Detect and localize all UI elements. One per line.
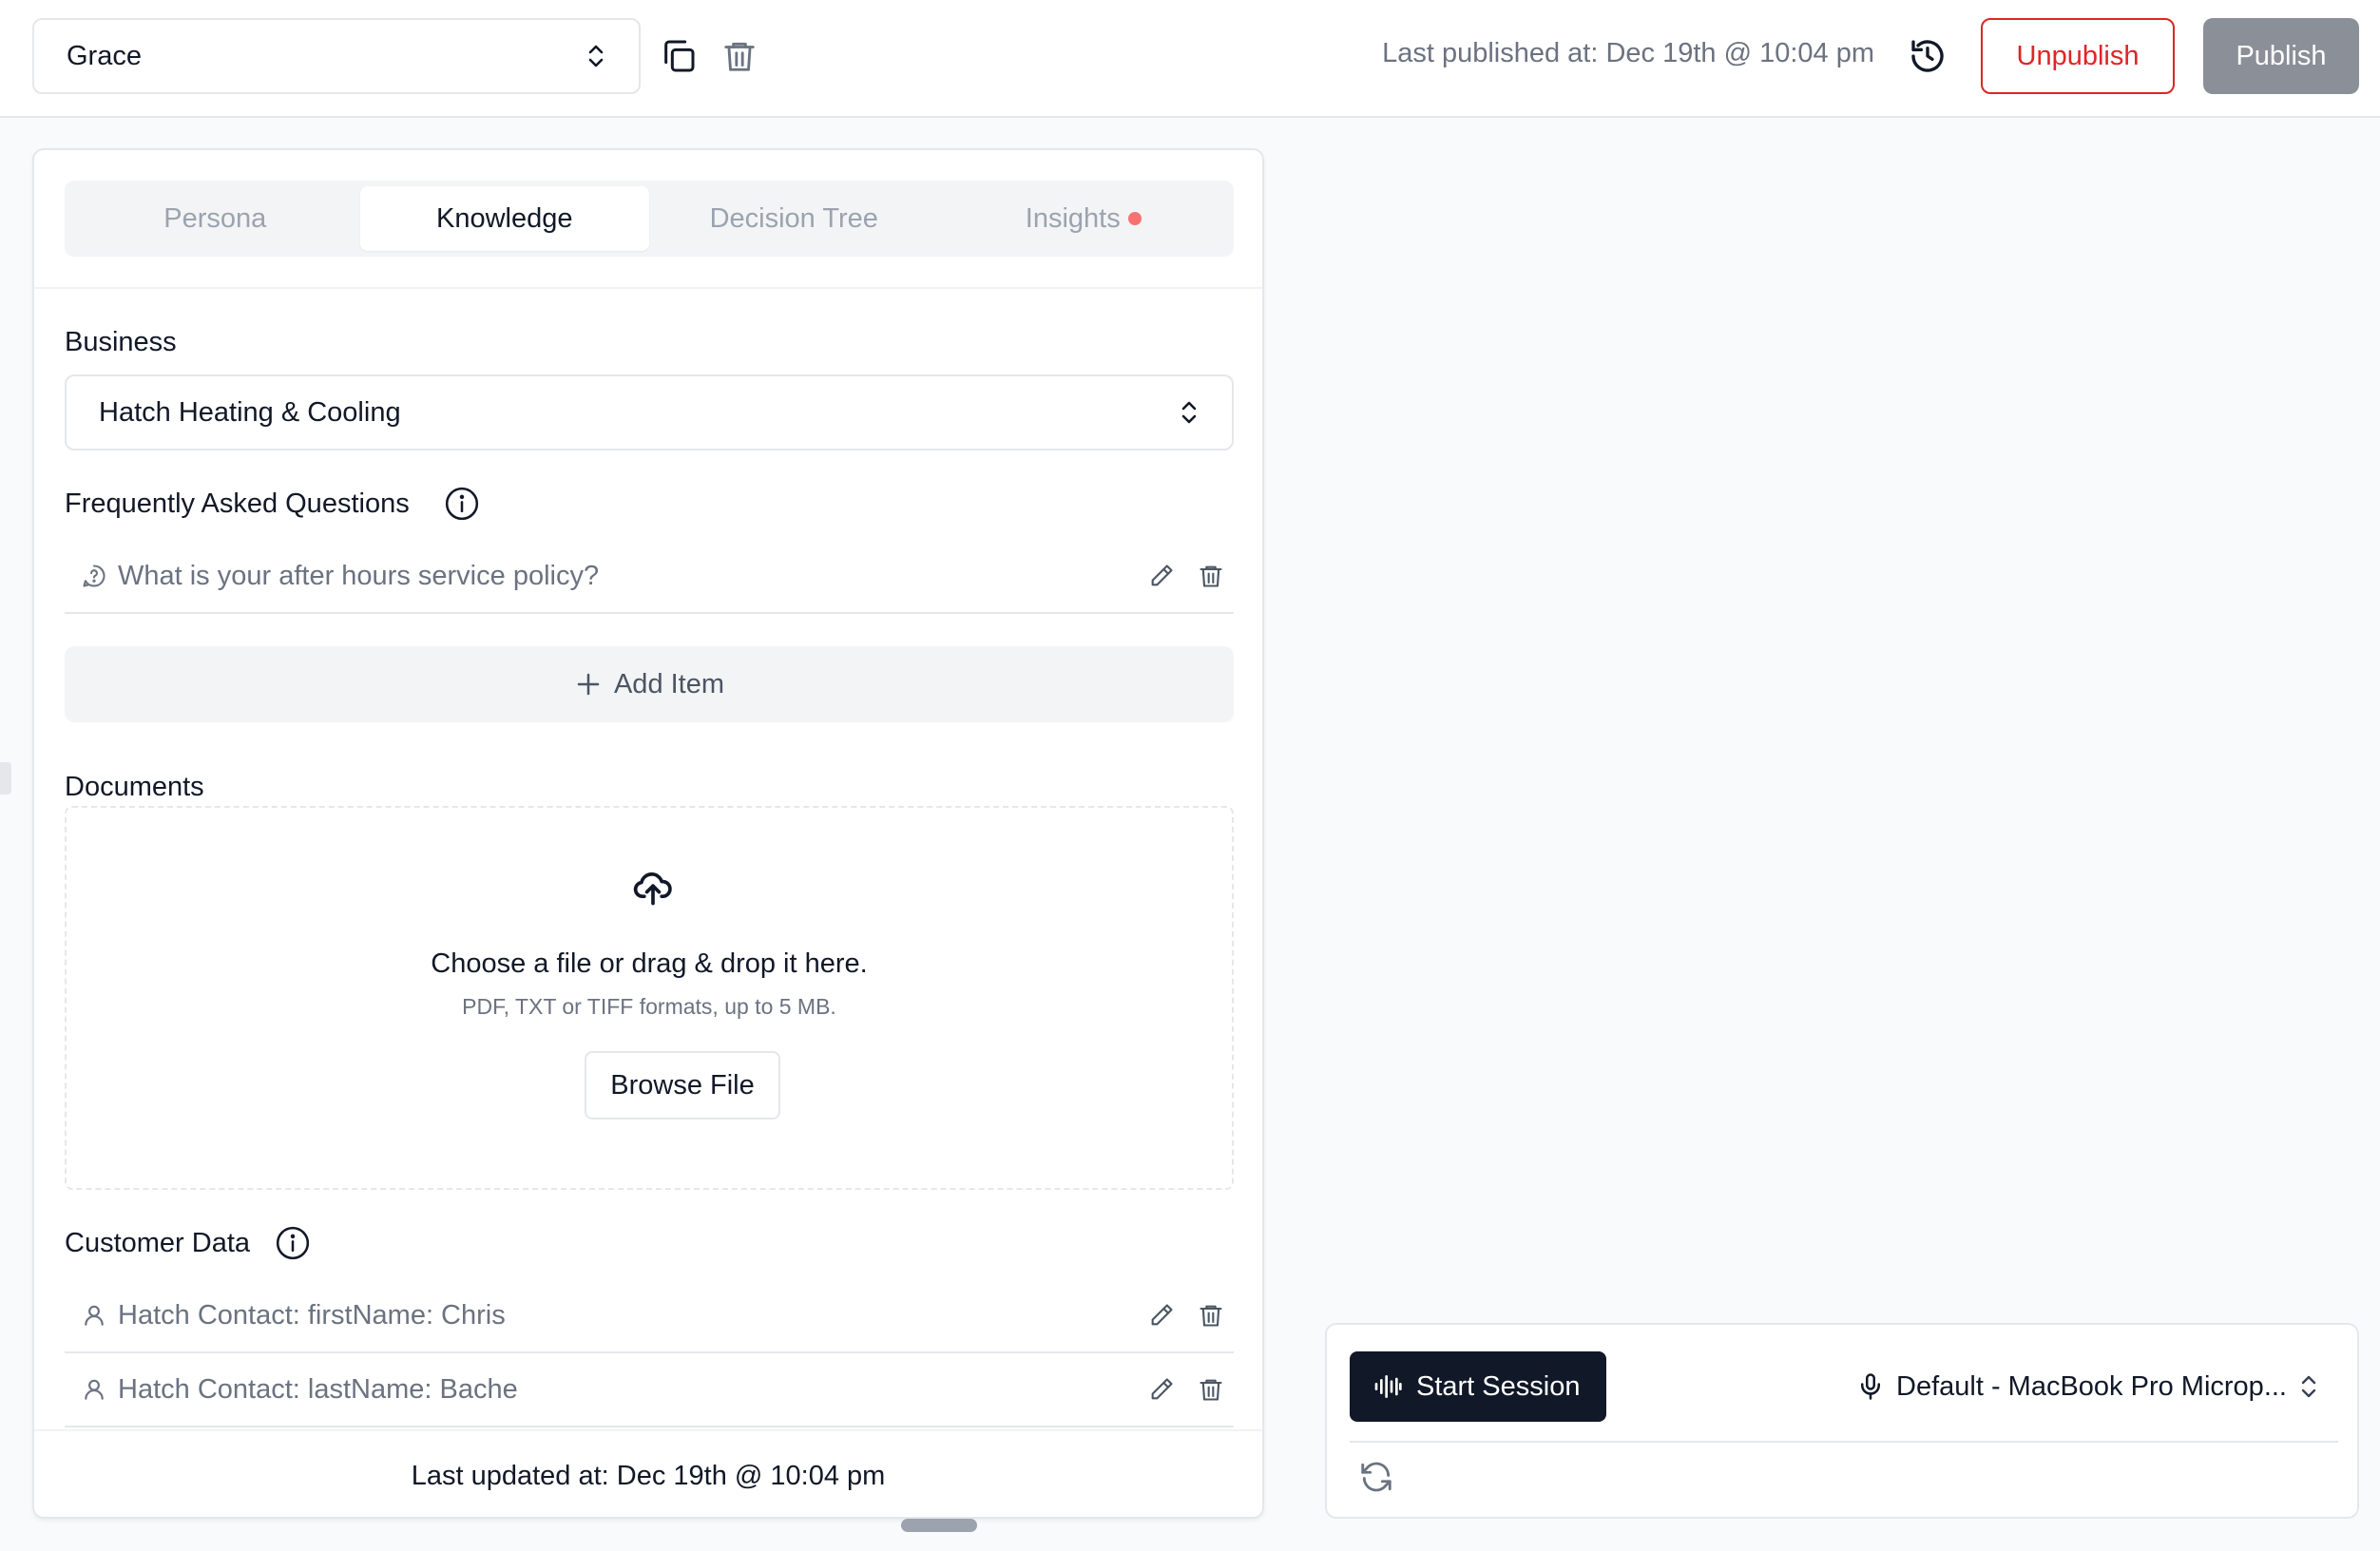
faq-item-text: What is your after hours service policy? <box>118 560 600 591</box>
file-dropzone[interactable]: Choose a file or drag & drop it here. PD… <box>65 806 1234 1190</box>
documents-label: Documents <box>65 772 204 802</box>
start-session-label: Start Session <box>1416 1370 1581 1402</box>
tab-knowledge[interactable]: Knowledge <box>359 186 649 251</box>
trash-icon[interactable] <box>1196 561 1226 591</box>
history-icon[interactable] <box>1905 33 1950 79</box>
sidebar-drag-handle[interactable] <box>0 762 11 795</box>
session-panel: Start Session Default - MacBook Pro Micr… <box>1325 1323 2359 1519</box>
top-bar: Grace Last published at: Dec 19th @ 10:0… <box>0 0 2380 118</box>
customer-data-text: Hatch Contact: firstName: Chris <box>118 1299 506 1331</box>
divider <box>1350 1441 2338 1443</box>
tab-persona[interactable]: Persona <box>70 186 360 251</box>
chevron-up-down-icon <box>1179 398 1200 427</box>
chevron-up-down-icon <box>2298 1372 2319 1401</box>
dropzone-title: Choose a file or drag & drop it here. <box>431 948 868 979</box>
browse-file-button[interactable]: Browse File <box>585 1051 780 1120</box>
tab-label: Knowledge <box>436 202 573 234</box>
tab-bar: Persona Knowledge Decision Tree Insights <box>65 181 1234 257</box>
customer-data-text: Hatch Contact: lastName: Bache <box>118 1373 518 1405</box>
dropzone-subtitle: PDF, TXT or TIFF formats, up to 5 MB. <box>462 994 836 1019</box>
plus-icon <box>574 670 603 699</box>
info-icon[interactable] <box>274 1224 312 1262</box>
row-actions <box>1146 1374 1234 1405</box>
notification-dot <box>1127 212 1142 225</box>
unpublish-button[interactable]: Unpublish <box>1981 18 2175 94</box>
copy-icon[interactable] <box>656 33 701 79</box>
agent-select[interactable]: Grace <box>32 18 641 94</box>
divider <box>34 287 1262 289</box>
pencil-icon[interactable] <box>1146 1300 1177 1331</box>
tab-label: Insights <box>1025 202 1121 234</box>
microphone-select-value: Default - MacBook Pro Microp... <box>1896 1370 2287 1402</box>
pencil-icon[interactable] <box>1146 1374 1177 1405</box>
panel-footer: Last updated at: Dec 19th @ 10:04 pm <box>34 1429 1262 1517</box>
user-icon <box>80 1301 108 1330</box>
info-icon[interactable] <box>443 485 481 523</box>
tab-insights[interactable]: Insights <box>939 186 1229 251</box>
publish-button[interactable]: Publish <box>2203 18 2359 94</box>
cloud-upload-icon <box>632 867 674 909</box>
last-updated-text: Last updated at: Dec 19th @ 10:04 pm <box>411 1460 886 1491</box>
row-actions <box>1146 1300 1234 1331</box>
trash-icon[interactable] <box>1196 1374 1226 1405</box>
customer-data-label: Customer Data <box>65 1228 251 1258</box>
panel-resize-handle[interactable] <box>901 1519 977 1532</box>
add-item-button[interactable]: Add Item <box>65 646 1234 722</box>
pencil-icon[interactable] <box>1146 561 1177 591</box>
trash-icon[interactable] <box>717 33 762 79</box>
tab-label: Decision Tree <box>709 202 878 234</box>
knowledge-panel: Persona Knowledge Decision Tree Insights… <box>32 148 1264 1519</box>
faq-label: Frequently Asked Questions <box>65 488 410 519</box>
customer-data-item[interactable]: Hatch Contact: lastName: Bache <box>65 1353 1234 1427</box>
add-item-label: Add Item <box>613 668 725 699</box>
last-published-text: Last published at: Dec 19th @ 10:04 pm <box>1382 38 1874 68</box>
question-circle-icon <box>80 562 108 590</box>
tab-decision-tree[interactable]: Decision Tree <box>649 186 939 251</box>
business-label: Business <box>65 327 177 357</box>
user-icon <box>80 1375 108 1404</box>
microphone-select[interactable]: Default - MacBook Pro Microp... <box>1825 1351 2319 1422</box>
row-actions <box>1146 561 1234 591</box>
microphone-icon <box>1856 1372 1885 1401</box>
tab-label: Persona <box>163 202 267 234</box>
refresh-icon[interactable] <box>1353 1454 1399 1500</box>
chevron-up-down-icon <box>585 42 606 70</box>
business-select-value: Hatch Heating & Cooling <box>99 396 401 428</box>
customer-data-item[interactable]: Hatch Contact: firstName: Chris <box>65 1279 1234 1353</box>
faq-list-item[interactable]: What is your after hours service policy? <box>65 540 1234 614</box>
audio-waveform-icon <box>1372 1371 1403 1402</box>
trash-icon[interactable] <box>1196 1300 1226 1331</box>
start-session-button[interactable]: Start Session <box>1350 1351 1606 1422</box>
business-select[interactable]: Hatch Heating & Cooling <box>65 374 1234 450</box>
agent-select-value: Grace <box>67 40 142 71</box>
